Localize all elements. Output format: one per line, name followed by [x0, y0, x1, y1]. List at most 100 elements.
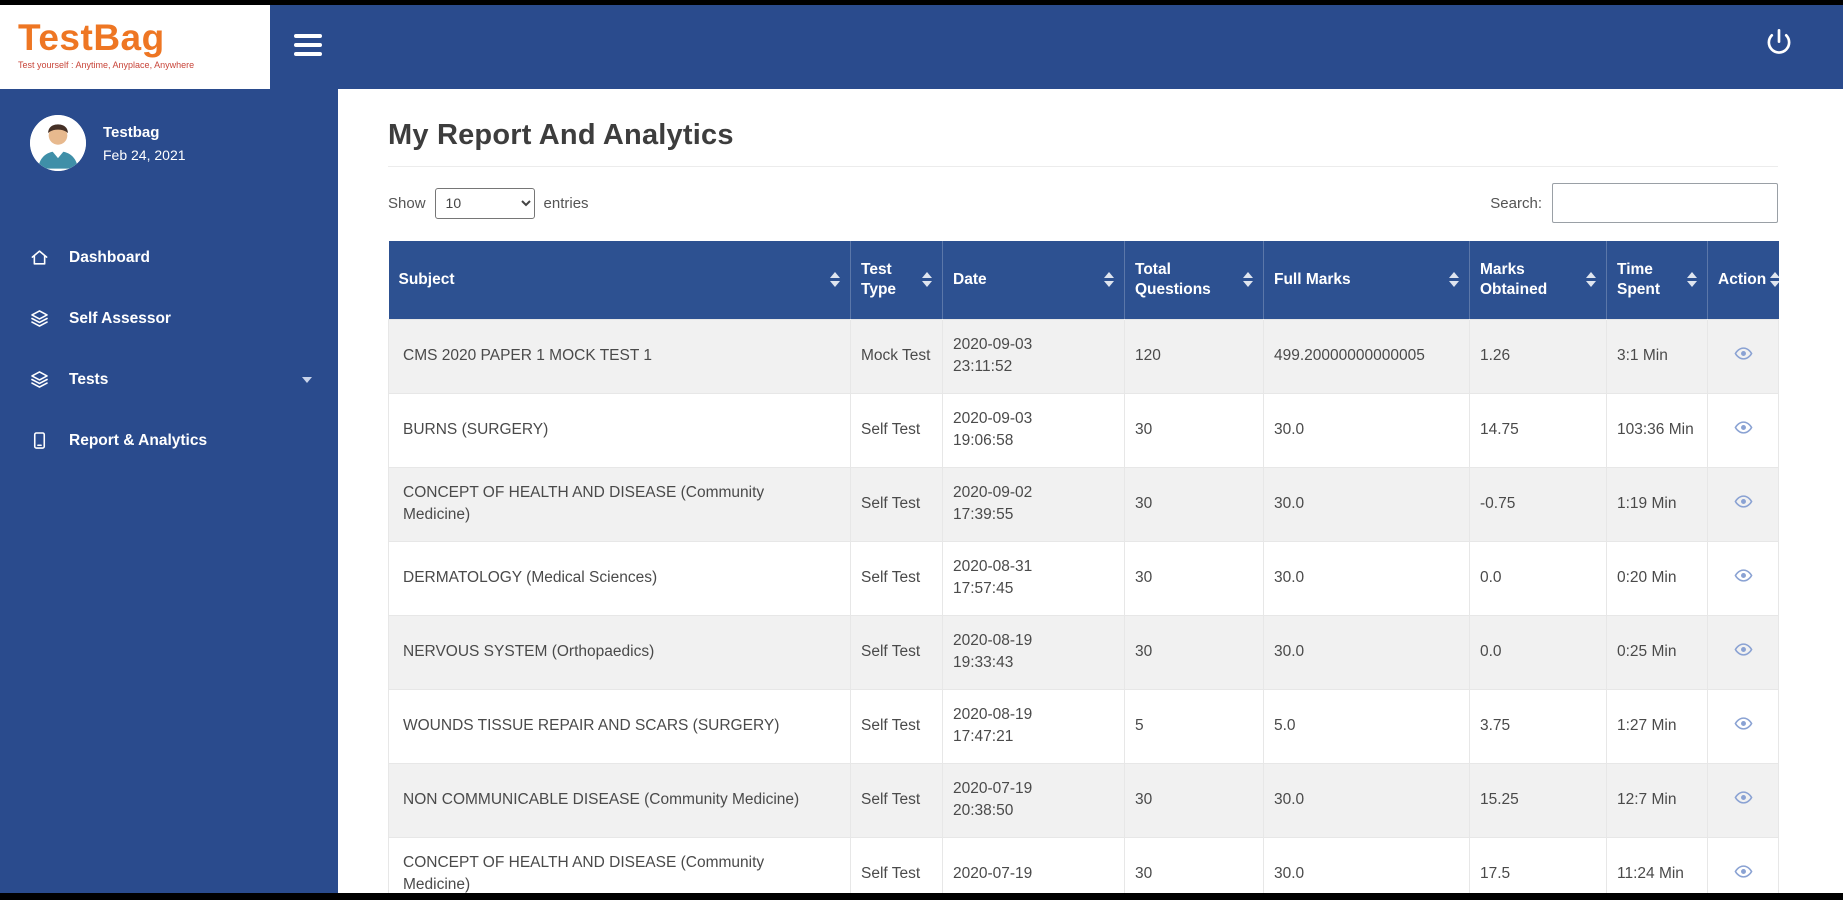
table-row: BURNS (SURGERY) Self Test 2020-09-03 19:0…	[388, 392, 1779, 468]
sort-icon	[830, 272, 840, 288]
show-label: Show	[388, 194, 426, 212]
body-row: Testbag Feb 24, 2021 Dashboard Self Asse…	[0, 89, 1843, 900]
eye-icon	[1734, 643, 1752, 656]
sort-icon	[1104, 272, 1114, 288]
cell-time-spent: 1:27 Min	[1606, 688, 1708, 764]
view-report-button[interactable]	[1732, 638, 1755, 661]
cell-action	[1707, 318, 1779, 394]
brand-logo[interactable]: TestBag Test yourself : Anytime, Anyplac…	[0, 0, 270, 89]
cell-total-questions: 30	[1124, 466, 1264, 542]
column-header-time-spent[interactable]: Time Spent	[1606, 241, 1708, 319]
cell-action	[1707, 614, 1779, 690]
cell-total-questions: 120	[1124, 318, 1264, 394]
cell-full-marks: 30.0	[1263, 392, 1470, 468]
search-input[interactable]	[1552, 183, 1778, 223]
logout-button[interactable]	[1761, 27, 1797, 63]
cell-full-marks: 30.0	[1263, 836, 1470, 900]
view-report-button[interactable]	[1732, 860, 1755, 883]
column-header-subject[interactable]: Subject	[388, 241, 851, 319]
cell-action	[1707, 688, 1779, 764]
cell-action	[1707, 762, 1779, 838]
column-header-test-type[interactable]: Test Type	[850, 241, 943, 319]
table-row: NON COMMUNICABLE DISEASE (Community Medi…	[388, 762, 1779, 838]
cell-test-type: Mock Test	[850, 318, 943, 394]
eye-icon	[1734, 717, 1752, 730]
eye-icon	[1734, 421, 1752, 434]
sidebar-item-label: Dashboard	[69, 248, 150, 266]
cell-test-type: Self Test	[850, 392, 943, 468]
cell-date: 2020-09-03 19:06:58	[942, 392, 1125, 468]
user-date: Feb 24, 2021	[103, 146, 186, 163]
column-header-total-questions[interactable]: Total Questions	[1124, 241, 1264, 319]
sort-icon	[1449, 272, 1459, 288]
column-header-marks-obtained[interactable]: Marks Obtained	[1469, 241, 1607, 319]
title-divider	[388, 166, 1778, 167]
sidebar-item-dashboard[interactable]: Dashboard	[0, 227, 338, 288]
table-row: WOUNDS TISSUE REPAIR AND SCARS (SURGERY)…	[388, 688, 1779, 764]
tablet-icon	[33, 432, 46, 449]
cell-marks-obtained: 0.0	[1469, 614, 1607, 690]
cell-test-type: Self Test	[850, 836, 943, 900]
menu-toggle-button[interactable]	[288, 28, 328, 62]
view-report-button[interactable]	[1732, 490, 1755, 513]
table-row: CONCEPT OF HEALTH AND DISEASE (Community…	[388, 466, 1779, 542]
cell-marks-obtained: 15.25	[1469, 762, 1607, 838]
search-label: Search:	[1490, 194, 1542, 212]
table-row: CMS 2020 PAPER 1 MOCK TEST 1 Mock Test 2…	[388, 318, 1779, 394]
view-report-button[interactable]	[1732, 416, 1755, 439]
view-report-button[interactable]	[1732, 564, 1755, 587]
table-row: NERVOUS SYSTEM (Orthopaedics) Self Test …	[388, 614, 1779, 690]
cell-action	[1707, 836, 1779, 900]
search-wrap: Search:	[1490, 183, 1778, 223]
user-avatar-icon	[30, 115, 86, 171]
cell-subject: CONCEPT OF HEALTH AND DISEASE (Community…	[388, 466, 851, 542]
eye-icon	[1734, 569, 1752, 582]
cell-test-type: Self Test	[850, 540, 943, 616]
sidebar-item-tests[interactable]: Tests	[0, 349, 338, 410]
cell-action	[1707, 392, 1779, 468]
sidebar: Testbag Feb 24, 2021 Dashboard Self Asse…	[0, 89, 338, 900]
eye-icon	[1734, 791, 1752, 804]
chevron-down-icon	[302, 376, 312, 383]
sidebar-item-self-assessor[interactable]: Self Assessor	[0, 288, 338, 349]
cell-date: 2020-07-19 20:38:50	[942, 762, 1125, 838]
sort-icon	[1770, 272, 1781, 288]
eye-icon	[1734, 495, 1752, 508]
cell-marks-obtained: -0.75	[1469, 466, 1607, 542]
entries-select[interactable]: 10	[434, 187, 535, 219]
layers-icon	[31, 371, 48, 388]
cell-total-questions: 30	[1124, 762, 1264, 838]
view-report-button[interactable]	[1732, 342, 1755, 365]
cell-subject: NON COMMUNICABLE DISEASE (Community Medi…	[388, 762, 851, 838]
cell-test-type: Self Test	[850, 762, 943, 838]
cell-test-type: Self Test	[850, 688, 943, 764]
cell-date: 2020-08-19 17:47:21	[942, 688, 1125, 764]
cell-total-questions: 30	[1124, 540, 1264, 616]
page-title: My Report And Analytics	[388, 119, 734, 151]
layers-icon	[31, 310, 48, 327]
view-report-button[interactable]	[1732, 712, 1755, 735]
app-window: TestBag Test yourself : Anytime, Anyplac…	[0, 0, 1843, 900]
brand-logo-text: TestBag	[18, 17, 165, 58]
cell-full-marks: 5.0	[1263, 688, 1470, 764]
column-header-date[interactable]: Date	[942, 241, 1125, 319]
cell-subject: WOUNDS TISSUE REPAIR AND SCARS (SURGERY)	[388, 688, 851, 764]
cell-time-spent: 11:24 Min	[1606, 836, 1708, 900]
view-report-button[interactable]	[1732, 786, 1755, 809]
cell-time-spent: 0:20 Min	[1606, 540, 1708, 616]
sort-icon	[1687, 272, 1697, 288]
column-header-action[interactable]: Action	[1707, 241, 1781, 319]
cell-full-marks: 30.0	[1263, 762, 1470, 838]
sidebar-item-label: Report & Analytics	[69, 431, 208, 449]
cell-test-type: Self Test	[850, 466, 943, 542]
cell-marks-obtained: 14.75	[1469, 392, 1607, 468]
home-icon	[31, 250, 48, 265]
column-header-full-marks[interactable]: Full Marks	[1263, 241, 1470, 319]
sidebar-item-label: Self Assessor	[69, 309, 171, 327]
cell-marks-obtained: 0.0	[1469, 540, 1607, 616]
brand-tagline: Test yourself : Anytime, Anyplace, Anywh…	[18, 60, 195, 70]
cell-date: 2020-08-31 17:57:45	[942, 540, 1125, 616]
table-header-row: Subject Test Type Date Total Questions F…	[388, 241, 1781, 319]
sidebar-item-report-analytics[interactable]: Report & Analytics	[0, 410, 338, 471]
cell-subject: CONCEPT OF HEALTH AND DISEASE (Community…	[388, 836, 851, 900]
